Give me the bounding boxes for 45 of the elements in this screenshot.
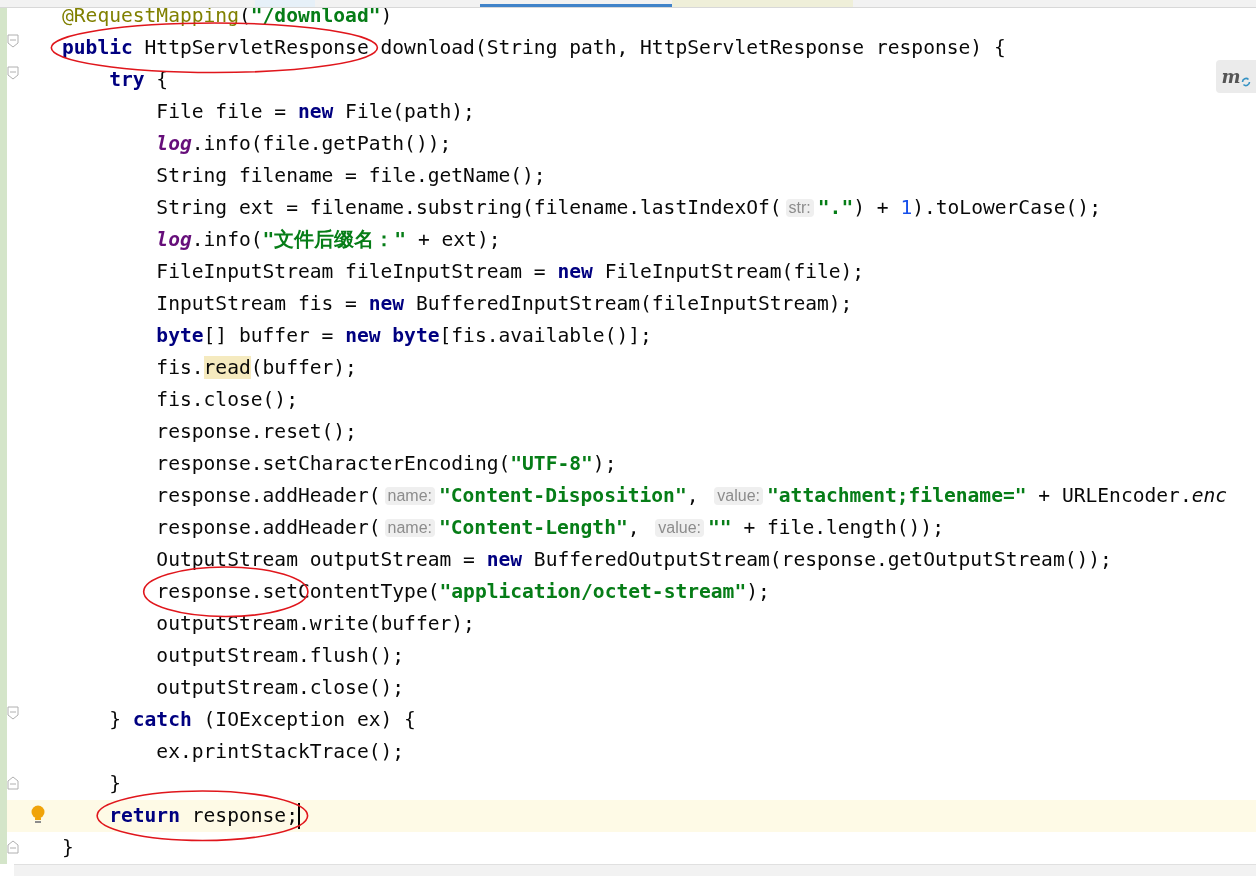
code-text: OutputStream outputStream = new BufferedOutputStream(response.getOutputStream()); — [155, 550, 1112, 570]
code-text: byte[] buffer = new byte[fis.available()]; — [155, 326, 652, 346]
maven-reload-button[interactable]: m — [1216, 60, 1256, 93]
code-text: ex.printStackTrace(); — [155, 742, 405, 762]
fold-marker-icon[interactable] — [7, 66, 19, 80]
code-text: download(String path, HttpServletResponse response) { — [379, 38, 1006, 58]
code-text: outputStream.flush(); — [155, 646, 405, 666]
code-text: String filename = file.getName(); — [155, 166, 546, 186]
code-text: } — [108, 774, 121, 794]
parameter-hint: str: — [785, 199, 814, 217]
fold-marker-icon[interactable] — [7, 706, 19, 720]
code-text: public HttpServletResponse — [62, 36, 369, 60]
code-text: log.info(file.getPath()); — [155, 134, 452, 154]
lightbulb-icon[interactable] — [31, 805, 45, 825]
parameter-hint: name: — [384, 487, 435, 505]
code-text: log.info("文件后缀名：" + ext); — [155, 230, 501, 250]
code-text: FileInputStream fileInputStream = new FileInputStream(file); — [155, 262, 865, 282]
code-text: fis.read(buffer); — [155, 358, 357, 378]
code-text: String ext = filename.substring(filename.lastIndexOf( — [155, 198, 782, 218]
code-text: response.setCharacterEncoding("UTF-8"); — [155, 454, 617, 474]
code-text: fis.close(); — [155, 390, 298, 410]
fold-marker-icon[interactable] — [7, 34, 19, 48]
code-text: } — [62, 838, 74, 858]
code-text: "attachment;filename=" + URLEncoder.enc — [767, 486, 1228, 506]
code-text: response.addHeader( — [155, 518, 381, 538]
code-text: response.addHeader( — [155, 486, 381, 506]
parameter-hint: value: — [655, 519, 705, 537]
code-text: outputStream.write(buffer); — [155, 614, 475, 634]
fold-marker-icon[interactable] — [7, 776, 19, 790]
code-text: "" + file.length()); — [708, 518, 944, 538]
code-text: ".") + 1).toLowerCase(); — [817, 198, 1101, 218]
code-text: "Content-Disposition", — [439, 486, 700, 506]
horizontal-scrollbar[interactable] — [14, 864, 1256, 876]
code-text: response.set — [156, 580, 298, 604]
parameter-hint: name: — [384, 519, 435, 537]
parameter-hint: value: — [714, 487, 763, 505]
code-text: InputStream fis = new BufferedInputStream(fileInputStream); — [155, 294, 853, 314]
code-text: return response; — [109, 804, 298, 828]
code-text: "Content-Length", — [439, 518, 641, 538]
fold-marker-icon[interactable] — [7, 840, 19, 854]
code-text: outputStream.close(); — [155, 678, 405, 698]
code-text: File file = new File(path); — [155, 102, 475, 122]
code-text: response.reset(); — [155, 422, 357, 442]
refresh-icon — [1240, 76, 1251, 87]
code-text: } catch (IOException ex) { — [108, 710, 416, 730]
